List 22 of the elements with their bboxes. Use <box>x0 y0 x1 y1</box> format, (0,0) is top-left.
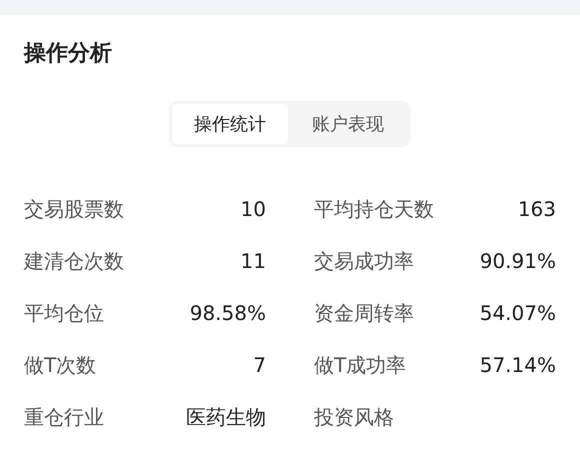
tab[interactable]: 操作统计 <box>172 104 288 144</box>
stat-value: 98.58% <box>190 300 266 327</box>
stat-label: 做T次数 <box>24 352 96 379</box>
stat-label: 平均仓位 <box>24 300 104 327</box>
stat-value: 57.14% <box>480 352 556 379</box>
tab[interactable]: 账户表现 <box>288 104 408 144</box>
stat-value: 7 <box>253 352 266 379</box>
stat-value: 医药生物 <box>186 404 266 431</box>
stat-value: 54.07% <box>480 300 556 327</box>
stat-label: 建清仓次数 <box>24 248 124 275</box>
stat-value: 163 <box>518 196 556 223</box>
stat-label: 交易股票数 <box>24 196 124 223</box>
stat-label: 资金周转率 <box>314 300 414 327</box>
stat-value: 11 <box>240 248 266 275</box>
stat-label: 投资风格 <box>314 404 394 431</box>
stat-label: 平均持仓天数 <box>314 196 434 223</box>
stat-label: 做T成功率 <box>314 352 406 379</box>
stat-label: 交易成功率 <box>314 248 414 275</box>
stat-value: 10 <box>240 196 266 223</box>
stat-value: 90.91% <box>480 248 556 275</box>
stat-label: 重仓行业 <box>24 404 104 431</box>
section-title: 操作分析 <box>24 40 113 68</box>
